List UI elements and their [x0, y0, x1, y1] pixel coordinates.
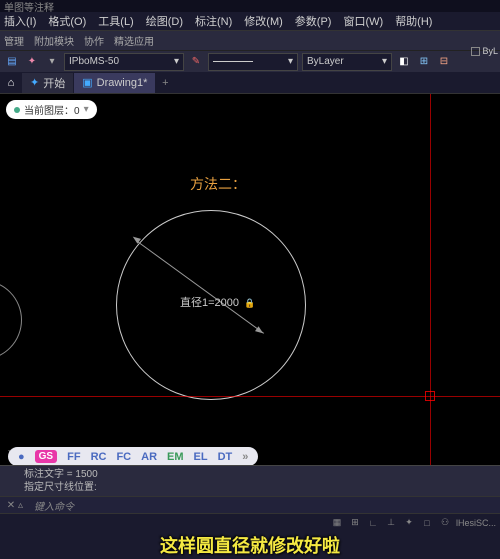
cmd-dt[interactable]: DT — [218, 451, 233, 463]
ribbon-collab[interactable]: 协作 — [84, 33, 104, 49]
menu-help[interactable]: 帮助(H) — [395, 13, 432, 29]
lineweight-dropdown[interactable]: ▾ — [208, 53, 298, 71]
layer-color-dot — [14, 107, 20, 113]
osnap-icon[interactable]: □ — [420, 516, 434, 530]
command-input-row: ✕ ▵ 键入命令 — [0, 496, 500, 514]
plus-icon: ✦ — [30, 76, 39, 89]
cmd-fc[interactable]: FC — [116, 451, 131, 463]
cmd-rc[interactable]: RC — [91, 451, 107, 463]
linetype-value: IPboMS-50 — [69, 56, 119, 67]
close-cmdline-icon[interactable]: ✕ — [4, 500, 18, 511]
file-icon: ▣ — [82, 76, 92, 89]
cmd-em[interactable]: EM — [167, 451, 184, 463]
document-tabs: ⌂ ✦ 开始 ▣ Drawing1* + — [0, 72, 500, 94]
cmd-ar[interactable]: AR — [141, 451, 157, 463]
ribbon-tabs: 管理 附加模块 协作 精选应用 — [0, 30, 500, 50]
cmd-el[interactable]: EL — [194, 451, 208, 463]
crosshair-pickbox — [425, 391, 435, 401]
chevron-down-icon: ▾ — [84, 104, 89, 115]
home-tab-icon[interactable]: ⌂ — [2, 74, 20, 92]
menu-tools[interactable]: 工具(L) — [98, 13, 133, 29]
chevron-down-icon: ▾ — [288, 56, 293, 67]
drawing-canvas[interactable]: 当前图层：0 ▾ 方法二： 直径1=2000 🔒 Y — [0, 94, 500, 468]
video-subtitle: 这样圆直径就修改好啦 — [0, 531, 500, 559]
byL-checkbox[interactable]: ByL — [471, 46, 498, 56]
layer-icon[interactable]: ▤ — [4, 54, 20, 70]
menu-draw[interactable]: 绘图(D) — [146, 13, 183, 29]
command-history: 标注文字 = 1500 指定尺寸线位置: — [0, 466, 500, 496]
history-line-1: 标注文字 = 1500 — [24, 468, 476, 481]
color-icon[interactable]: ◧ — [396, 54, 412, 70]
property-toolbar: ▤ ✦ ▾ IPboMS-50 ▾ ✎ ▾ ByLayer ▾ ◧ ⊞ ⊟ — [0, 50, 500, 72]
ribbon-express[interactable]: 精选应用 — [114, 33, 154, 49]
title-text: 单图等注释 — [4, 0, 54, 14]
add-tab-button[interactable]: + — [156, 77, 174, 89]
command-line-panel: 标注文字 = 1500 指定尺寸线位置: ✕ ▵ 键入命令 — [0, 465, 500, 513]
menu-format[interactable]: 格式(O) — [48, 13, 86, 29]
model-icon[interactable]: ▦ — [330, 516, 344, 530]
tab-start[interactable]: ✦ 开始 — [22, 73, 73, 93]
bylayer-value: ByLayer — [307, 56, 344, 67]
cmd-gs[interactable]: GS — [35, 450, 57, 463]
checkbox-icon — [471, 47, 480, 56]
tool-icon-1[interactable]: ▾ — [44, 54, 60, 70]
prompt-icon: ▵ — [18, 500, 34, 511]
status-bar: ▦ ⊞ ∟ ⊥ ✦ □ ⚇ lHesiSC... — [0, 513, 500, 531]
paint-icon[interactable]: ✎ — [188, 54, 204, 70]
ortho-icon[interactable]: ⊥ — [384, 516, 398, 530]
menu-bar: 插入(I) 格式(O) 工具(L) 绘图(D) 标注(N) 修改(M) 参数(P… — [0, 12, 500, 30]
grid-icon[interactable]: ⊞ — [348, 516, 362, 530]
ribbon-manage[interactable]: 管理 — [4, 33, 24, 49]
user-icon[interactable]: ⚇ — [438, 516, 452, 530]
command-alias-bar[interactable]: ● GS FF RC FC AR EM EL DT » — [8, 447, 258, 466]
menu-dimension[interactable]: 标注(N) — [195, 13, 232, 29]
menu-modify[interactable]: 修改(M) — [244, 13, 283, 29]
lock-icon: 🔒 — [244, 298, 255, 308]
tool-icon-3[interactable]: ⊟ — [436, 54, 452, 70]
chevron-right-icon[interactable]: » — [242, 451, 248, 463]
current-layer-indicator[interactable]: 当前图层：0 ▾ — [6, 100, 97, 119]
match-icon[interactable]: ✦ — [24, 54, 40, 70]
bylayer-dropdown[interactable]: ByLayer ▾ — [302, 53, 392, 71]
polar-icon[interactable]: ✦ — [402, 516, 416, 530]
menu-window[interactable]: 窗口(W) — [343, 13, 383, 29]
ribbon-addons[interactable]: 附加模块 — [34, 33, 74, 49]
annotation-scale[interactable]: lHesiSC... — [456, 518, 496, 528]
line-preview — [213, 61, 253, 62]
record-icon: ● — [18, 451, 25, 463]
annotation-text: 方法二： — [190, 174, 246, 194]
cmd-ff[interactable]: FF — [67, 451, 80, 463]
tab-drawing1[interactable]: ▣ Drawing1* — [74, 73, 155, 93]
history-line-2: 指定尺寸线位置: — [24, 481, 476, 494]
snap-icon[interactable]: ∟ — [366, 516, 380, 530]
circle-partial[interactable] — [0, 280, 22, 360]
menu-insert[interactable]: 插入(I) — [4, 13, 36, 29]
command-input[interactable]: 键入命令 — [34, 498, 496, 513]
diameter-dimension-text[interactable]: 直径1=2000 🔒 — [180, 294, 255, 310]
chevron-down-icon: ▾ — [174, 56, 179, 67]
title-bar: 单图等注释 — [0, 0, 500, 12]
chevron-down-icon: ▾ — [382, 56, 387, 67]
linetype-dropdown[interactable]: IPboMS-50 ▾ — [64, 53, 184, 71]
tool-icon-2[interactable]: ⊞ — [416, 54, 432, 70]
menu-param[interactable]: 参数(P) — [295, 13, 332, 29]
crosshair-vertical — [430, 94, 431, 468]
